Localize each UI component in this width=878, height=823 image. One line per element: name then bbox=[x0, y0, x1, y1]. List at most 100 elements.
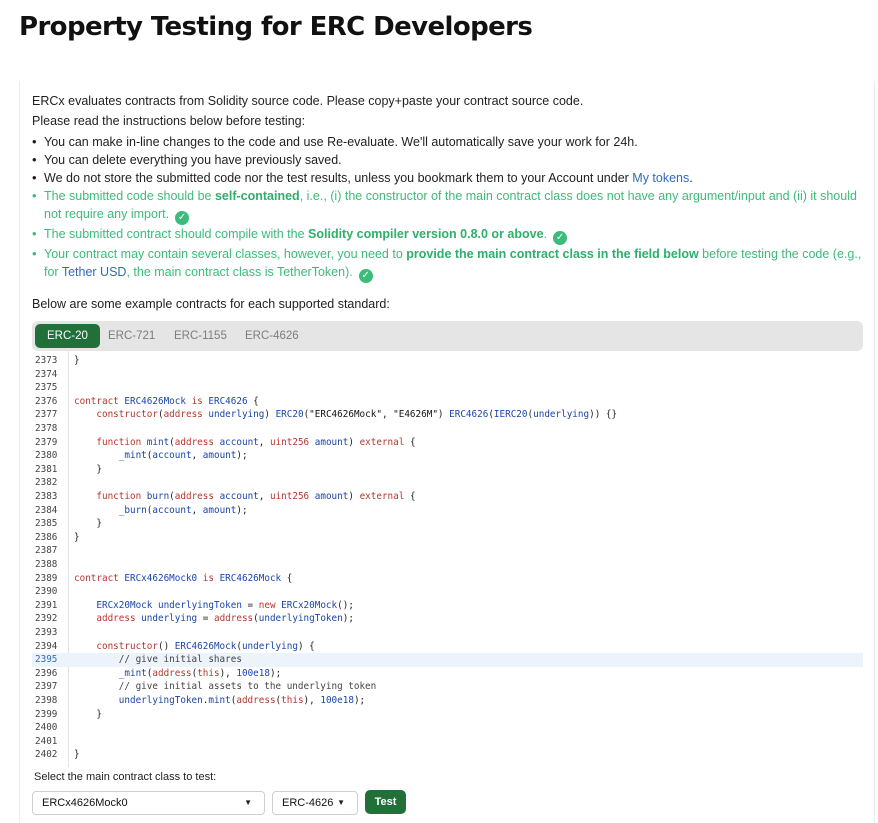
code-line[interactable]: 2389 contract ERCx4626Mock0 is ERC4626Moc… bbox=[32, 572, 863, 586]
code-line[interactable]: 2397 // give initial assets to the under… bbox=[32, 680, 863, 694]
code-text[interactable]: constructor(address underlying) ERC20("E… bbox=[74, 408, 617, 422]
line-number: 2387 bbox=[35, 545, 58, 557]
code-line[interactable]: 2395 // give initial shares bbox=[32, 653, 863, 667]
code-text[interactable]: // give initial assets to the underlying… bbox=[74, 680, 376, 694]
code-text[interactable]: } bbox=[74, 708, 102, 722]
code-line[interactable]: 2394 constructor() ERC4626Mock(underlyin… bbox=[32, 640, 863, 654]
code-line[interactable]: 2381 } bbox=[32, 463, 863, 477]
instructions: ERCx evaluates contracts from Solidity s… bbox=[32, 92, 862, 283]
code-line[interactable]: 2375 bbox=[32, 381, 863, 395]
line-number: 2395 bbox=[35, 654, 58, 666]
code-line[interactable]: 2393 bbox=[32, 626, 863, 640]
code-line[interactable]: 2387 bbox=[32, 544, 863, 558]
code-line[interactable]: 2377 constructor(address underlying) ERC… bbox=[32, 408, 863, 422]
main-class-value: ERCx4626Mock0 bbox=[42, 797, 128, 809]
line-number: 2396 bbox=[35, 667, 58, 679]
line-number: 2377 bbox=[35, 409, 58, 421]
code-line[interactable]: 2401 bbox=[32, 735, 863, 749]
code-text[interactable]: underlyingToken.mint(address(this), 100e… bbox=[74, 694, 365, 708]
requirement-main-class: Your contract may contain several classe… bbox=[32, 245, 862, 283]
code-text[interactable]: address underlying = address(underlyingT… bbox=[74, 612, 354, 626]
line-number: 2381 bbox=[35, 463, 58, 475]
tether-usd-link[interactable]: Tether USD bbox=[62, 265, 127, 279]
code-editor[interactable]: 2373} 2374 2375 2376 contract ERC4626Mock is… bbox=[32, 351, 863, 767]
code-line[interactable]: 2382 bbox=[32, 476, 863, 490]
select-label: Select the main contract class to test: bbox=[34, 771, 217, 783]
code-text[interactable]: } bbox=[74, 354, 80, 368]
line-number: 2390 bbox=[35, 586, 58, 598]
examples-label: Below are some example contracts for eac… bbox=[32, 297, 390, 311]
code-text[interactable]: _burn(account, amount); bbox=[74, 504, 248, 518]
standard-tabs: ERC-20 ERC-721 ERC-1155 ERC-4626 bbox=[32, 321, 863, 351]
line-number: 2392 bbox=[35, 613, 58, 625]
code-text[interactable]: contract ERCx4626Mock0 is ERC4626Mock { bbox=[74, 572, 292, 586]
check-circle-icon: ✓ bbox=[358, 269, 373, 283]
test-card: ERCx evaluates contracts from Solidity s… bbox=[19, 81, 875, 823]
instructions-list: You can make in-line changes to the code… bbox=[32, 133, 862, 283]
line-number: 2393 bbox=[35, 627, 58, 638]
code-text[interactable]: // give initial shares bbox=[74, 653, 242, 667]
code-line[interactable]: 2400 bbox=[32, 721, 863, 735]
code-text[interactable]: } bbox=[74, 463, 102, 477]
check-circle-icon: ✓ bbox=[553, 231, 568, 245]
code-line[interactable]: 2402} bbox=[32, 748, 863, 762]
intro-text: ERCx evaluates contracts from Solidity s… bbox=[32, 94, 584, 108]
line-number: 2397 bbox=[35, 681, 58, 693]
instruction-item: We do not store the submitted code nor t… bbox=[32, 169, 862, 187]
code-text[interactable]: contract ERC4626Mock is ERC4626 { bbox=[74, 395, 259, 409]
instruction-item: You can delete everything you have previ… bbox=[32, 151, 862, 169]
my-tokens-link[interactable]: My tokens bbox=[632, 171, 689, 185]
code-text[interactable]: _mint(address(this), 100e18); bbox=[74, 667, 281, 681]
code-line[interactable]: 2383 function burn(address account, uint… bbox=[32, 490, 863, 504]
code-line[interactable]: 2398 underlyingToken.mint(address(this),… bbox=[32, 694, 863, 708]
code-line[interactable]: 2391 ERCx20Mock underlyingToken = new ER… bbox=[32, 599, 863, 613]
page-title: Property Testing for ERC Developers bbox=[19, 12, 533, 42]
instruction-item: You can make in-line changes to the code… bbox=[32, 133, 862, 151]
tab-erc-1155[interactable]: ERC-1155 bbox=[162, 324, 239, 348]
code-line[interactable]: 2399 } bbox=[32, 708, 863, 722]
code-line[interactable]: 2392 address underlying = address(underl… bbox=[32, 612, 863, 626]
line-number: 2380 bbox=[35, 450, 58, 462]
code-line[interactable]: 2388 bbox=[32, 558, 863, 572]
tab-erc-721[interactable]: ERC-721 bbox=[96, 324, 167, 348]
instructions-heading: Please read the instructions below befor… bbox=[32, 114, 306, 128]
code-line[interactable]: 2374 bbox=[32, 368, 863, 382]
line-number: 2389 bbox=[35, 572, 58, 584]
code-line[interactable]: 2373} bbox=[32, 354, 863, 368]
code-line[interactable]: 2390 bbox=[32, 585, 863, 599]
code-line[interactable]: 2379 function mint(address account, uint… bbox=[32, 436, 863, 450]
check-circle-icon: ✓ bbox=[175, 211, 190, 225]
test-button[interactable]: Test bbox=[365, 790, 406, 814]
line-number: 2398 bbox=[35, 695, 58, 706]
code-text[interactable]: function mint(address account, uint256 a… bbox=[74, 436, 415, 450]
caret-down-icon: ▼ bbox=[244, 798, 252, 807]
code-line[interactable]: 2385 } bbox=[32, 517, 863, 531]
tab-erc-20[interactable]: ERC-20 bbox=[35, 324, 100, 348]
code-text[interactable]: } bbox=[74, 517, 102, 531]
code-line[interactable]: 2376 contract ERC4626Mock is ERC4626 { bbox=[32, 395, 863, 409]
code-line[interactable]: 2384 _burn(account, amount); bbox=[32, 504, 863, 518]
line-number: 2399 bbox=[35, 708, 58, 720]
main-class-select[interactable]: ERCx4626Mock0 ▼ bbox=[32, 791, 265, 815]
line-number: 2388 bbox=[35, 559, 58, 570]
code-line[interactable]: 2386} bbox=[32, 531, 863, 545]
code-line[interactable]: 2380 _mint(account, amount); bbox=[32, 449, 863, 463]
code-line[interactable]: 2378 bbox=[32, 422, 863, 436]
line-number: 2400 bbox=[35, 722, 58, 734]
code-line[interactable]: 2396 _mint(address(this), 100e18); bbox=[32, 667, 863, 681]
line-number: 2394 bbox=[35, 640, 58, 652]
line-number: 2401 bbox=[35, 735, 58, 747]
code-text[interactable]: constructor() ERC4626Mock(underlying) { bbox=[74, 640, 314, 654]
tab-erc-4626[interactable]: ERC-4626 bbox=[233, 324, 311, 348]
code-text[interactable]: ERCx20Mock underlyingToken = new ERCx20M… bbox=[74, 599, 354, 613]
line-number: 2383 bbox=[35, 491, 58, 502]
standard-select[interactable]: ERC-4626 ▼ bbox=[272, 791, 358, 815]
line-number: 2382 bbox=[35, 477, 58, 489]
code-text[interactable]: } bbox=[74, 748, 80, 762]
code-text[interactable]: _mint(account, amount); bbox=[74, 449, 248, 463]
code-text[interactable]: function burn(address account, uint256 a… bbox=[74, 490, 415, 504]
line-number: 2391 bbox=[35, 599, 58, 611]
code-text[interactable]: } bbox=[74, 531, 80, 545]
line-number: 2386 bbox=[35, 531, 58, 543]
line-number: 2373 bbox=[35, 355, 58, 366]
